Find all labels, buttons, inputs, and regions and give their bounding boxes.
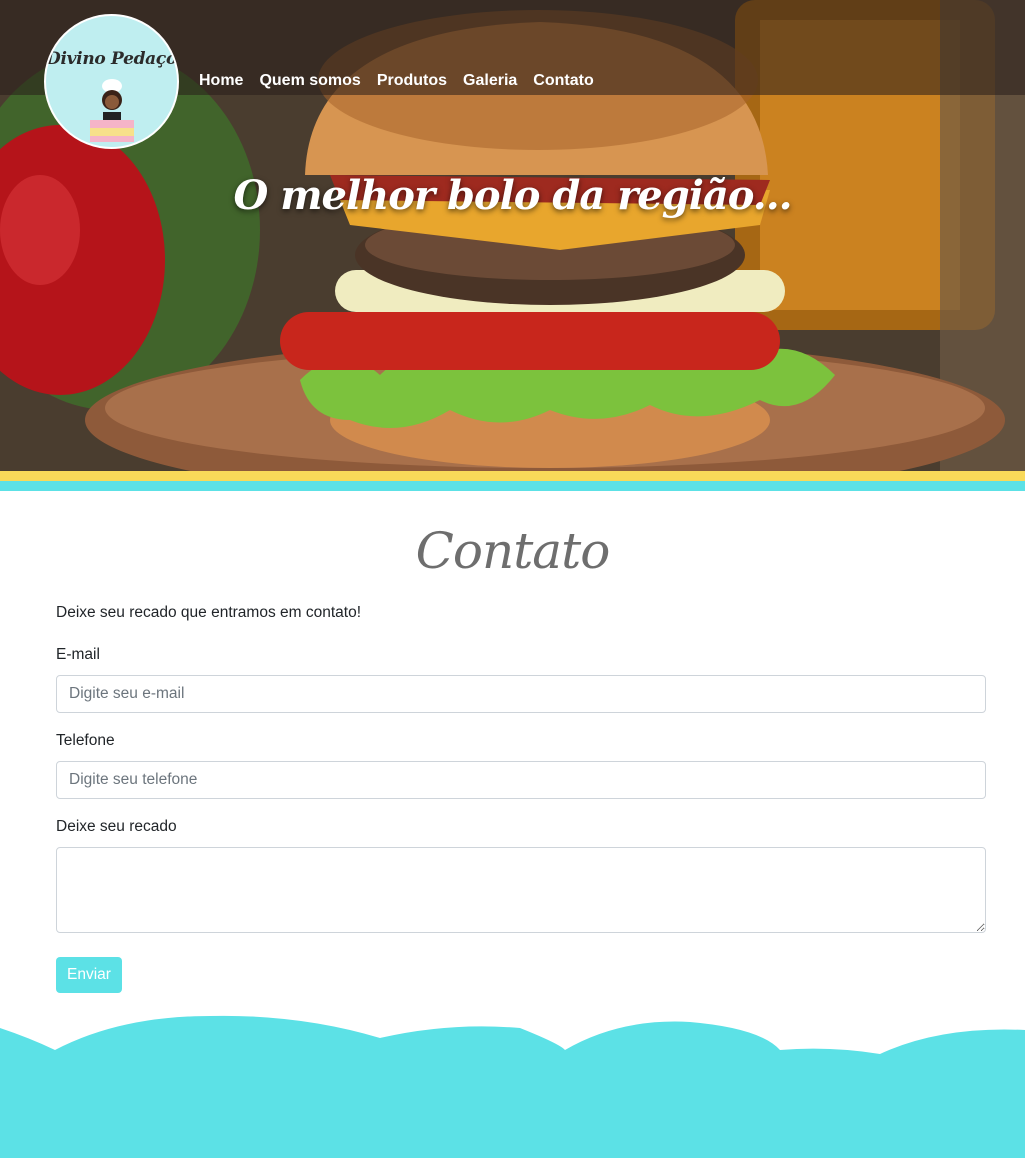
phone-field[interactable] [56, 761, 986, 799]
email-label: E-mail [56, 646, 100, 663]
chef-cake-icon [90, 79, 134, 142]
submit-button[interactable]: Enviar [56, 957, 122, 993]
email-field[interactable] [56, 675, 986, 713]
logo[interactable]: Divino Pedaço [44, 14, 179, 149]
divider-blue [0, 481, 1025, 491]
nav-quem-somos[interactable]: Quem somos [259, 72, 360, 90]
message-field[interactable] [56, 847, 986, 933]
nav-home[interactable]: Home [199, 72, 243, 90]
phone-label: Telefone [56, 732, 115, 749]
contact-title: Contato [415, 522, 611, 580]
footer-wave [0, 1015, 1025, 1158]
nav-contato[interactable]: Contato [533, 72, 593, 90]
hero-banner: Divino Pedaço Home Quem somos Produtos G… [0, 0, 1025, 471]
main-nav: Home Quem somos Produtos Galeria Contato [199, 72, 594, 90]
logo-text: Divino Pedaço [46, 49, 177, 69]
hero-title: O melhor bolo da região... [233, 172, 792, 219]
message-label: Deixe seu recado [56, 818, 177, 835]
nav-produtos[interactable]: Produtos [377, 72, 447, 90]
contact-intro: Deixe seu recado que entramos em contato… [56, 604, 362, 621]
nav-galeria[interactable]: Galeria [463, 72, 517, 90]
divider-yellow [0, 471, 1025, 481]
